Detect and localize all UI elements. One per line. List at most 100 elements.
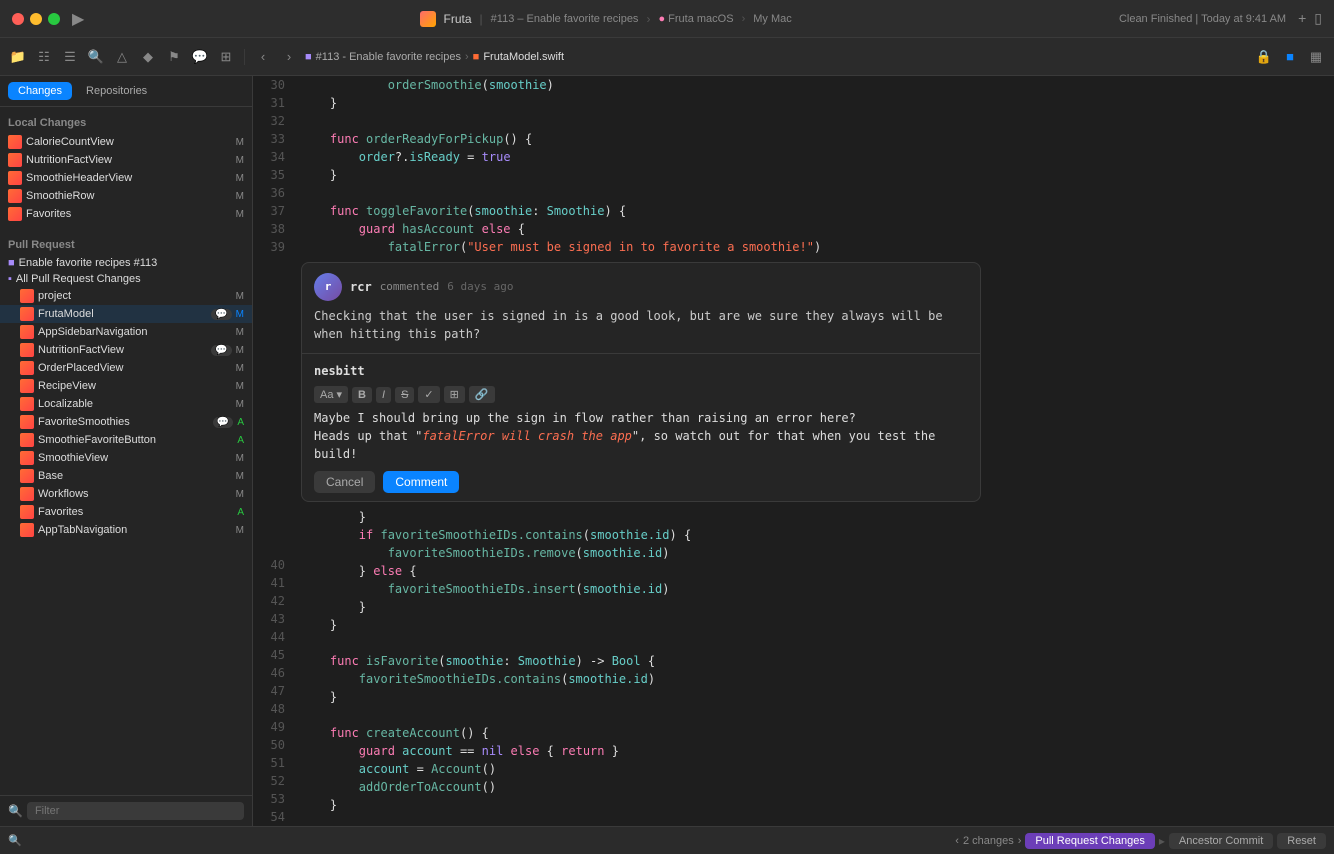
- item-label: Enable favorite recipes #113: [19, 257, 244, 269]
- strikethrough-button[interactable]: S: [395, 387, 414, 403]
- toolbar-right: 🔒 ■ ▦: [1254, 47, 1326, 67]
- item-label: SmoothieFavoriteButton: [38, 434, 233, 446]
- comment-button[interactable]: Comment: [383, 471, 459, 493]
- repo-item-recipeview[interactable]: RecipeView M: [0, 377, 252, 395]
- bold-button[interactable]: B: [352, 387, 372, 403]
- link-button[interactable]: 🔗: [469, 386, 495, 403]
- search-icon[interactable]: 🔍: [86, 47, 106, 67]
- code-line-46: }: [301, 616, 1326, 634]
- cancel-button[interactable]: Cancel: [314, 471, 375, 493]
- pr-changes-button[interactable]: Pull Request Changes: [1025, 833, 1154, 849]
- nav-prev-icon[interactable]: ‹: [253, 47, 273, 67]
- repo-item-appsidebar[interactable]: AppSidebarNavigation M: [0, 323, 252, 341]
- local-item-nutrition[interactable]: NutritionFactView M: [0, 151, 252, 169]
- statusbar-sep: ▸: [1159, 834, 1165, 848]
- list-icon[interactable]: ☰: [60, 47, 80, 67]
- repo-item-project[interactable]: project M: [0, 287, 252, 305]
- sidebar: Changes Repositories Local Changes Calor…: [0, 76, 253, 826]
- lock-icon[interactable]: 🔒: [1254, 47, 1274, 67]
- titlebar-center: Fruta | #113 – Enable favorite recipes ›…: [92, 11, 1119, 27]
- code-area[interactable]: 30 31 32 33 34 35 36 37 38 39 40 41 42 4…: [253, 76, 1334, 826]
- code-line-48: func isFavorite(smoothie: Smoothie) -> B…: [301, 652, 1326, 670]
- local-item-smoothierow[interactable]: SmoothieRow M: [0, 187, 252, 205]
- breadcrumb-pr[interactable]: #113 - Enable favorite recipes: [316, 51, 461, 63]
- comment-icon[interactable]: 💬: [190, 47, 210, 67]
- view-toggle-icon[interactable]: ▦: [1306, 47, 1326, 67]
- repo-item-nutritionfact[interactable]: NutritionFactView 💬 M: [0, 341, 252, 359]
- prev-change-icon[interactable]: ‹: [955, 835, 959, 847]
- local-changes-header: Local Changes: [0, 113, 252, 133]
- local-item-calorie[interactable]: CalorieCountView M: [0, 133, 252, 151]
- maximize-button[interactable]: [48, 13, 60, 25]
- item-status: M: [236, 209, 244, 220]
- item-label: Base: [38, 470, 232, 482]
- changes-nav: ‹ 2 changes ›: [955, 835, 1021, 847]
- code-line-34: order?.isReady = true: [301, 148, 1326, 166]
- traffic-lights: [12, 13, 60, 25]
- pull-request-section: Pull Request ■ Enable favorite recipes #…: [0, 229, 252, 545]
- code-line-30: orderSmoothie(smoothie): [301, 76, 1326, 94]
- swift-icon: [20, 523, 34, 537]
- scheme-label: ● Fruta macOS: [658, 13, 733, 25]
- hierarchy-icon[interactable]: ☷: [34, 47, 54, 67]
- ancestor-button[interactable]: Ancestor Commit: [1169, 833, 1273, 849]
- repo-item-frutamodel[interactable]: FrutaModel 💬 M: [0, 305, 252, 323]
- warning-icon[interactable]: △: [112, 47, 132, 67]
- window-split-icon[interactable]: ▯: [1314, 10, 1322, 27]
- pr-item-enable[interactable]: ■ Enable favorite recipes #113: [0, 255, 252, 271]
- tab-changes[interactable]: Changes: [8, 82, 72, 100]
- line-numbers: 30 31 32 33 34 35 36 37 38 39 40 41 42 4…: [253, 76, 293, 826]
- sidebar-bottom: 🔍: [0, 795, 252, 826]
- breadcrumb-file[interactable]: FrutaModel.swift: [483, 51, 564, 63]
- item-label: NutritionFactView: [38, 344, 207, 356]
- local-item-smoothieheader[interactable]: SmoothieHeaderView M: [0, 169, 252, 187]
- pr-item-all[interactable]: ▪ All Pull Request Changes: [0, 271, 252, 287]
- reply-area: nesbitt Aa ▾ B I S ✓ ⊞ 🔗: [302, 353, 980, 501]
- repo-item-favorites2[interactable]: Favorites A: [0, 503, 252, 521]
- comment-header: r rcr commented 6 days ago: [302, 263, 980, 307]
- filter-icon-statusbar[interactable]: 🔍: [8, 834, 22, 847]
- check-button[interactable]: ✓: [418, 386, 439, 403]
- local-item-favorites[interactable]: Favorites M: [0, 205, 252, 223]
- swift-icon: [8, 189, 22, 203]
- table-button[interactable]: ⊞: [444, 386, 465, 403]
- pr-icon: ■: [8, 257, 15, 269]
- folder-icon[interactable]: 📁: [8, 47, 28, 67]
- swift-icon: [8, 135, 22, 149]
- repo-item-localizable[interactable]: Localizable M: [0, 395, 252, 413]
- git-icon[interactable]: ⚑: [164, 47, 184, 67]
- item-label: AppTabNavigation: [38, 524, 232, 536]
- repo-item-orderplaced[interactable]: OrderPlacedView M: [0, 359, 252, 377]
- author-icon[interactable]: ■: [1280, 47, 1300, 67]
- italic-button[interactable]: I: [376, 387, 391, 403]
- tab-repositories[interactable]: Repositories: [76, 82, 157, 100]
- filter-input[interactable]: [27, 802, 244, 820]
- play-icon[interactable]: ▶: [72, 9, 84, 29]
- comment-badge: 💬: [211, 345, 231, 356]
- reset-button[interactable]: Reset: [1277, 833, 1326, 849]
- nav-next-icon[interactable]: ›: [279, 47, 299, 67]
- filter-icon: 🔍: [8, 804, 23, 818]
- swift-icon: [8, 153, 22, 167]
- repo-item-workflows[interactable]: Workflows M: [0, 485, 252, 503]
- repo-item-smoothiefavorite[interactable]: SmoothieFavoriteButton A: [0, 431, 252, 449]
- grid-icon[interactable]: ⊞: [216, 47, 236, 67]
- repo-item-favoritesmoothies[interactable]: FavoriteSmoothies 💬 A: [0, 413, 252, 431]
- repo-item-apptab[interactable]: AppTabNavigation M: [0, 521, 252, 539]
- repo-item-smoothieview[interactable]: SmoothieView M: [0, 449, 252, 467]
- close-button[interactable]: [12, 13, 24, 25]
- statusbar-left: 🔍: [8, 834, 22, 847]
- code-line-53: guard account == nil else { return }: [301, 742, 1326, 760]
- format-buttons: Aa ▾ B I S ✓ ⊞ 🔗: [314, 386, 495, 403]
- repo-item-base[interactable]: Base M: [0, 467, 252, 485]
- code-line-40: }: [301, 508, 1326, 526]
- heading-button[interactable]: Aa ▾: [314, 386, 348, 403]
- item-label: RecipeView: [38, 380, 232, 392]
- reply-text: Maybe I should bring up the sign in flow…: [314, 409, 968, 463]
- diamond-icon[interactable]: ◆: [138, 47, 158, 67]
- add-button[interactable]: +: [1298, 10, 1306, 27]
- comment-badge: 💬: [211, 309, 231, 320]
- minimize-button[interactable]: [30, 13, 42, 25]
- swift-icon: [20, 307, 34, 321]
- next-change-icon[interactable]: ›: [1018, 835, 1022, 847]
